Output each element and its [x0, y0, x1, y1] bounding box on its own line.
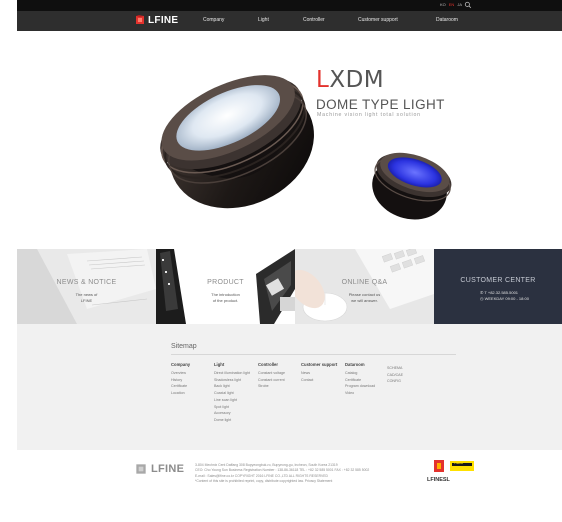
dome-light-product-image: [160, 75, 452, 220]
tile-title: ONLINE Q&A: [341, 279, 388, 286]
nav-customer-support[interactable]: Customer support: [358, 17, 398, 23]
sitemap-link[interactable]: Accessory: [214, 410, 250, 417]
sitemap-link[interactable]: Constant voltage: [258, 370, 285, 377]
search-icon[interactable]: [464, 1, 472, 9]
news-paper-image: [17, 249, 156, 324]
footer-company-info: 3-804 Mechnix Cent Daffang 308 Bupyeongb…: [195, 463, 369, 484]
nav-controller[interactable]: Controller: [303, 17, 325, 23]
tile-customer-center[interactable]: CUSTOMER CENTER ✆ T +82.32.585.5001 ◷ WE…: [434, 249, 562, 324]
sitemap-link[interactable]: Catalog: [345, 370, 375, 377]
hero-subtitle: DOME TYPE LIGHT: [316, 97, 445, 112]
product-light-image: [156, 249, 295, 324]
sitemap-heading[interactable]: Company: [171, 362, 190, 367]
tile-description: The news of LFINE: [75, 292, 98, 303]
tile-title: CUSTOMER CENTER: [460, 277, 536, 284]
hero-title-rest: XDM: [329, 67, 385, 93]
footer: LFINE 3-804 Mechnix Cent Daffang 308 Bup…: [17, 450, 562, 522]
sitemap-column-light: Light Direct illumination light Shadowle…: [214, 362, 250, 424]
sitemap-link[interactable]: Strobe: [258, 383, 285, 390]
tile-description: The introduction of the product.: [211, 292, 240, 303]
nav-company[interactable]: Company: [203, 17, 224, 23]
sitemap-column-customer-support: Customer support News Contact: [301, 362, 337, 383]
sitemap-title: Sitemap: [171, 343, 197, 350]
tile-title: PRODUCT: [207, 279, 244, 286]
sitemap-column-company: Company Overview History Certificate Loc…: [171, 362, 190, 397]
nav-light[interactable]: Light: [258, 17, 269, 23]
mouse-keyboard-image: [295, 249, 434, 324]
sitemap-link[interactable]: CONFIG: [387, 378, 403, 385]
lang-ko[interactable]: KO: [440, 1, 446, 9]
customer-center-phone: ✆ T +82.32.585.5001: [480, 290, 518, 295]
tile-product[interactable]: PRODUCT The introduction of the product.: [156, 249, 295, 324]
footer-logo[interactable]: LFINE: [134, 462, 184, 476]
sitemap-link[interactable]: SCHEMA: [387, 365, 403, 372]
customer-center-hours: ◷ WEEKDAY 09:00 - 18:00: [480, 296, 529, 301]
partner-badge-text: TURCK: [454, 462, 464, 465]
footer-registration: CEO: Cho Young Sun Business Registration…: [195, 468, 370, 473]
sitemap-link[interactable]: Location: [171, 390, 190, 397]
sitemap-link[interactable]: Contact: [301, 377, 337, 384]
sitemap-link[interactable]: Overview: [171, 370, 190, 377]
sitemap-link[interactable]: Certificate: [171, 383, 190, 390]
main-nav: LFINE Company Light Controller Customer …: [17, 11, 562, 31]
lfinesl-logo-icon: [434, 460, 474, 472]
sitemap-heading[interactable]: Light: [214, 362, 250, 367]
hero-description: Machine vision light total solution: [317, 112, 421, 118]
phone-number: T +82.32.585.5001: [484, 290, 519, 295]
sitemap-divider: [171, 354, 456, 355]
sitemap-link[interactable]: Dome light: [214, 417, 250, 424]
hero-title: LXDM: [316, 67, 384, 93]
top-utility-bar: KO EN JA: [17, 0, 562, 11]
footer-logo-text: LFINE: [151, 463, 185, 475]
logo[interactable]: LFINE: [134, 14, 178, 26]
language-switcher: KO EN JA: [440, 1, 462, 9]
sitemap-link[interactable]: History: [171, 377, 190, 384]
sitemap-column-extra: SCHEMA CAD/CAE CONFIG: [387, 362, 403, 385]
lfine-logo-mark-icon: [136, 15, 144, 24]
hero-title-accent-letter: L: [316, 67, 330, 93]
lang-en[interactable]: EN: [449, 1, 455, 9]
sitemap-heading[interactable]: Controller: [258, 362, 285, 367]
sitemap-link[interactable]: Video: [345, 390, 375, 397]
sitemap-heading[interactable]: Dataroom: [345, 362, 375, 367]
sitemap-link[interactable]: Coaxial light: [214, 390, 250, 397]
page: KO EN JA LFINE Company Light Controller …: [17, 0, 562, 522]
sitemap-link[interactable]: Constant current: [258, 377, 285, 384]
lfine-logo-mark-icon: [136, 464, 146, 474]
sitemap-link[interactable]: Back light: [214, 383, 250, 390]
hero-banner: LXDM DOME TYPE LIGHT Machine vision ligh…: [17, 31, 562, 249]
sitemap-link[interactable]: CAD/CAE: [387, 372, 403, 379]
tile-description: Please contact us we will answer.: [348, 292, 381, 303]
feature-tiles: NEWS & NOTICE The news of LFINE PRODUCT …: [17, 249, 562, 324]
sitemap-link[interactable]: Line scan light: [214, 397, 250, 404]
partner-name: LFINESL: [427, 477, 450, 483]
sitemap: Sitemap Company Overview History Certifi…: [17, 324, 562, 450]
sitemap-link[interactable]: News: [301, 370, 337, 377]
sitemap-column-controller: Controller Constant voltage Constant cur…: [258, 362, 285, 390]
lang-ja[interactable]: JA: [457, 1, 462, 9]
sitemap-heading[interactable]: Customer support: [301, 362, 337, 367]
sitemap-link[interactable]: Program download: [345, 383, 375, 390]
tile-title: NEWS & NOTICE: [56, 279, 117, 286]
sitemap-link[interactable]: Certificate: [345, 377, 375, 384]
sitemap-column-dataroom: Dataroom Catalog Certificate Program dow…: [345, 362, 375, 397]
footer-notice: *Content of this site is prohibited repr…: [195, 478, 333, 483]
sitemap-link[interactable]: Shadowless light: [214, 377, 250, 384]
sitemap-link[interactable]: Direct illumination light: [214, 370, 250, 377]
nav-dataroom[interactable]: Dataroom: [436, 17, 458, 23]
tile-online-qa[interactable]: ONLINE Q&A Please contact us we will ans…: [295, 249, 434, 324]
sitemap-link[interactable]: Spot light: [214, 404, 250, 411]
tile-news-notice[interactable]: NEWS & NOTICE The news of LFINE: [17, 249, 156, 324]
office-hours: WEEKDAY 09:00 - 18:00: [484, 296, 529, 301]
logo-text: LFINE: [148, 14, 179, 26]
